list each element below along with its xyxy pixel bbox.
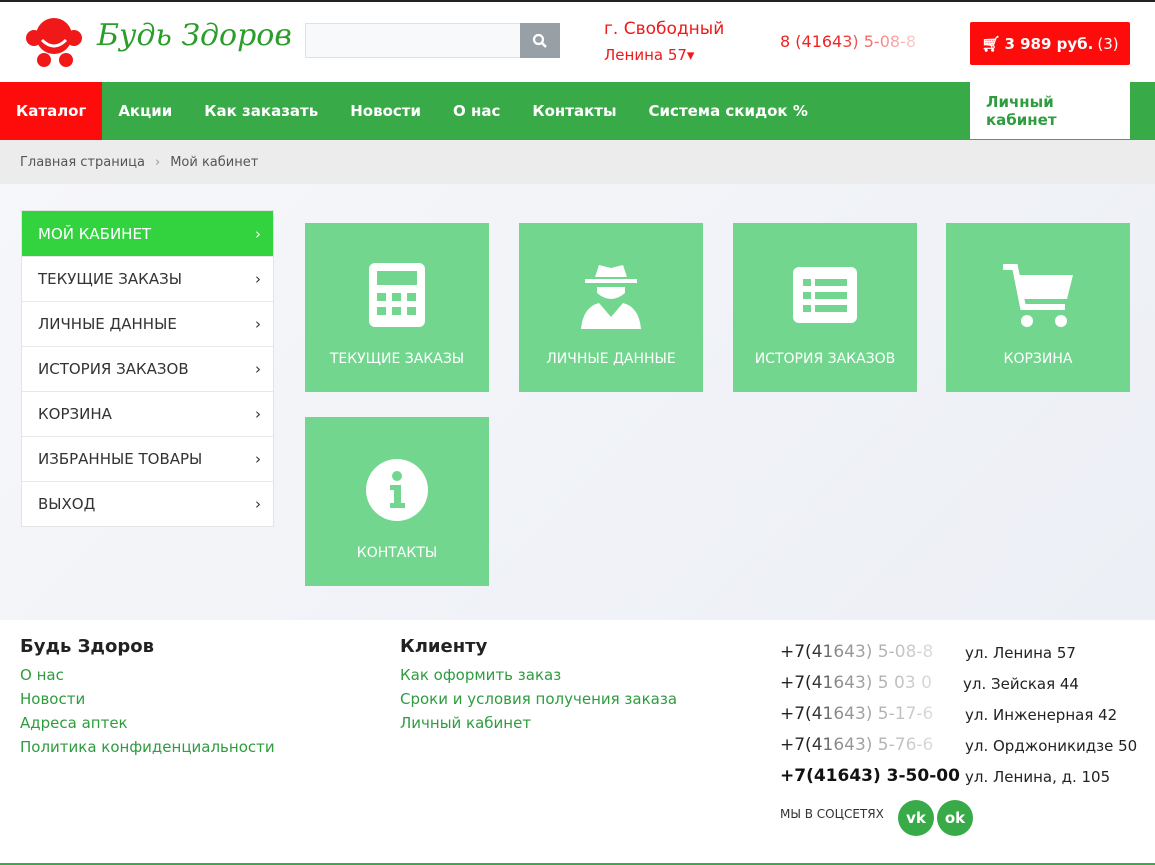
nav-about[interactable]: О нас [437,82,516,140]
tile-order-history[interactable]: ИСТОРИЯ ЗАКАЗОВ [733,223,917,392]
search-icon [532,33,547,48]
sidebar-item-logout[interactable]: ВЫХОД › [22,481,273,526]
breadcrumb-current: Мой кабинет [170,154,259,170]
footer-link-pharmacies[interactable]: Адреса аптек [20,711,275,735]
phone-number[interactable]: +7(41643) 5-17-6 [780,704,960,724]
store-selector[interactable]: Ленина 57▾ [604,46,694,64]
chevron-right-icon: › [255,224,261,243]
phone-row: +7(41643) 5-17-6 ул. Инженерная 42 [780,704,1140,724]
phone-number[interactable]: +7(41643) 5-76-6 [780,735,960,755]
nav-news[interactable]: Новости [334,82,437,140]
logo-text: Будь Здоров [97,18,292,53]
sidebar-item-current-orders[interactable]: ТЕКУЩИЕ ЗАКАЗЫ › [22,256,273,301]
tile-cart[interactable]: КОРЗИНА [946,223,1130,392]
nav-catalog[interactable]: Каталог [0,82,103,140]
sidebar-item-label: КОРЗИНА [38,405,112,423]
footer-col-client: Клиенту Как оформить заказ Сроки и услов… [400,636,677,735]
nav-discounts[interactable]: Система скидок % [633,82,824,140]
footer-link-about[interactable]: О нас [20,663,275,687]
footer-link-how-to-order[interactable]: Как оформить заказ [400,663,677,687]
calculator-icon [369,263,425,327]
cart-icon [1003,264,1073,327]
phone-address: ул. Орджоникидзе 50 [965,737,1138,755]
cart-icon: 🛒︎ [981,34,1001,53]
cart-total: 3 989 руб. [1004,34,1094,53]
tile-personal-data[interactable]: ЛИЧНЫЕ ДАННЫЕ [519,223,703,392]
footer-link-news[interactable]: Новости [20,687,275,711]
search-input[interactable] [305,23,560,58]
list-icon [793,267,857,323]
tile-label: ИСТОРИЯ ЗАКАЗОВ [754,351,896,367]
tile-contacts[interactable]: КОНТАКТЫ [305,417,489,586]
phone-row: +7(41643) 5-76-6 ул. Орджоникидзе 50 [780,735,1140,755]
phone-row: +7(41643) 3-50-00 ул. Ленина, д. 105 [780,766,1140,786]
phone-number[interactable]: +7(41643) 5-08-8 [780,642,960,662]
tile-label: КОНТАКТЫ [356,545,438,561]
footer-link-account[interactable]: Личный кабинет [400,711,677,735]
sidebar-item-label: ИЗБРАННЫЕ ТОВАРЫ [38,450,203,468]
footer-link-terms[interactable]: Сроки и условия получения заказа [400,687,677,711]
nav-how-to-order[interactable]: Как заказать [188,82,334,140]
chevron-right-icon: › [155,154,161,170]
sidebar-item-cart[interactable]: КОРЗИНА › [22,391,273,436]
chevron-right-icon: › [255,450,261,468]
nav-account[interactable]: Личный кабинет [970,82,1130,139]
header: Будь Здоров г. Свободный Ленина 57▾ 8 (4… [0,2,1155,80]
breadcrumb: Главная страница › Мой кабинет [0,140,1155,184]
tile-label: КОРЗИНА [1003,351,1073,367]
phone-address: ул. Ленина 57 [965,644,1076,662]
phone-address: ул. Зейская 44 [963,675,1079,693]
sidebar-item-label: ТЕКУЩИЕ ЗАКАЗЫ [38,270,182,288]
phone-number[interactable]: +7(41643) 3-50-00 [780,766,960,786]
search-button[interactable] [520,23,560,58]
phone-row: +7(41643) 5-08-8 ул. Ленина 57 [780,642,1140,662]
phone-address: ул. Ленина, д. 105 [965,768,1111,786]
social-label: МЫ В СОЦСЕТЯХ [780,807,884,821]
sidebar-item-label: МОЙ КАБИНЕТ [38,224,152,243]
footer-link-privacy[interactable]: Политика конфиденциальности [20,735,275,759]
tile-label: ТЕКУЩИЕ ЗАКАЗЫ [329,351,465,367]
nav-contacts[interactable]: Контакты [516,82,632,140]
sidebar-item-account[interactable]: МОЙ КАБИНЕТ › [22,211,273,256]
chevron-right-icon: › [255,315,261,333]
sidebar-item-order-history[interactable]: ИСТОРИЯ ЗАКАЗОВ › [22,346,273,391]
chevron-right-icon: › [255,270,261,288]
caret-down-icon: ▾ [686,46,695,64]
sidebar-item-label: ВЫХОД [38,495,96,513]
sidebar-item-personal-data[interactable]: ЛИЧНЫЕ ДАННЫЕ › [22,301,273,346]
footer-heading: Клиенту [400,636,488,657]
phone-number[interactable]: +7(41643) 5 03 0 [780,673,960,693]
sidebar-item-label: ИСТОРИЯ ЗАКАЗОВ [38,360,189,378]
vk-icon[interactable]: vk [898,800,934,836]
footer-heading: Будь Здоров [20,636,154,657]
info-icon [366,459,428,521]
sidebar-item-favorites[interactable]: ИЗБРАННЫЕ ТОВАРЫ › [22,436,273,481]
chevron-right-icon: › [255,360,261,378]
logo[interactable]: Будь Здоров [22,14,292,70]
store-label: Ленина 57 [604,46,687,64]
breadcrumb-home[interactable]: Главная страница [20,155,145,170]
footer-col-company: Будь Здоров О нас Новости Адреса аптек П… [20,636,275,759]
sidebar-item-label: ЛИЧНЫЕ ДАННЫЕ [38,315,177,333]
phone-address: ул. Инженерная 42 [965,706,1118,724]
main-nav: Каталог Акции Как заказать Новости О нас… [0,82,1155,140]
cart-count: (3) [1097,34,1119,53]
footer: Будь Здоров О нас Новости Адреса аптек П… [0,620,1155,865]
chevron-right-icon: › [255,405,261,423]
sidebar: МОЙ КАБИНЕТ › ТЕКУЩИЕ ЗАКАЗЫ › ЛИЧНЫЕ ДАНН… [21,210,274,527]
nav-promotions[interactable]: Акции [102,82,188,140]
main-content: МОЙ КАБИНЕТ › ТЕКУЩИЕ ЗАКАЗЫ › ЛИЧНЫЕ ДАНН… [0,184,1155,620]
logo-mascot-icon [26,18,82,67]
city-selector[interactable]: г. Свободный [604,19,724,39]
chevron-right-icon: › [255,495,261,513]
phone-row: +7(41643) 5 03 0 ул. Зейская 44 [780,673,1140,693]
odnoklassniki-icon[interactable]: ok [937,800,973,836]
header-phone[interactable]: 8 (41643) 5-08-8 [780,32,916,51]
cart-button[interactable]: 🛒︎ 3 989 руб. (3) [970,22,1130,65]
tile-current-orders[interactable]: ТЕКУЩИЕ ЗАКАЗЫ [305,223,489,392]
tile-label: ЛИЧНЫЕ ДАННЫЕ [546,351,676,367]
incognito-icon [581,265,641,329]
